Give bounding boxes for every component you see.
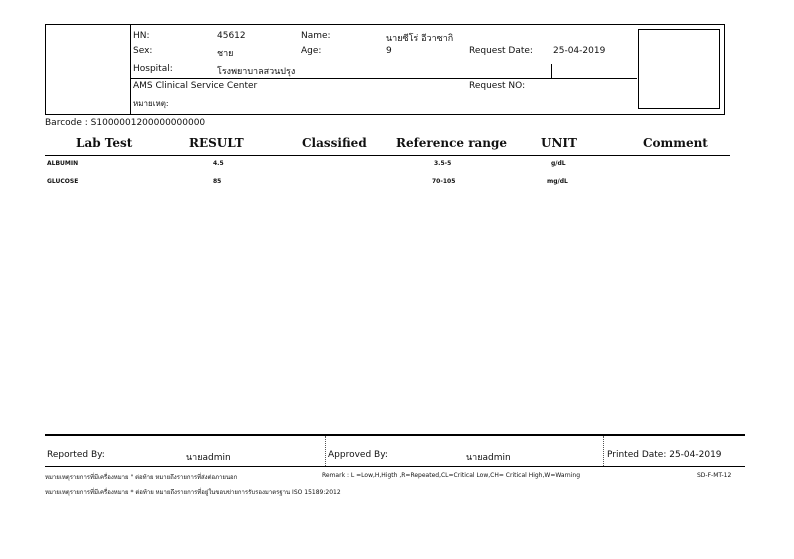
row-result: 85	[213, 178, 222, 185]
note-label: หมายเหตุ:	[133, 99, 169, 108]
row-test: ALBUMIN	[47, 160, 79, 167]
col-comment: Comment	[643, 136, 708, 150]
row-test: GLUCOSE	[47, 178, 79, 185]
sex-value: ชาย	[217, 49, 234, 59]
col-classified: Classified	[302, 136, 367, 150]
footer-divider-1	[325, 436, 326, 466]
barcode-text: Barcode : S1000001200000000000	[45, 118, 206, 128]
table-header-rule	[45, 155, 730, 156]
photo-box	[638, 29, 720, 109]
row-range: 3.5-5	[434, 160, 452, 167]
hospital-label: Hospital:	[133, 64, 173, 74]
request-date-label: Request Date:	[469, 46, 533, 56]
row-unit: mg/dL	[547, 178, 568, 185]
printed-date: Printed Date: 25-04-2019	[607, 450, 722, 460]
document-code: SD-F-MT-12	[697, 472, 732, 479]
name-value: นายซีโร่ อีวาซากิ	[386, 34, 454, 44]
footer-bottom-rule	[45, 466, 745, 467]
hn-value: 45612	[217, 31, 246, 41]
reported-by-value: นายadmin	[186, 453, 231, 463]
approved-by-value: นายadmin	[466, 453, 511, 463]
row-range: 70-105	[432, 178, 456, 185]
request-date-value: 25-04-2019	[553, 46, 606, 56]
age-value: 9	[386, 46, 392, 56]
hospital-value: โรงพยาบาลสวนปรุง	[217, 67, 296, 77]
reported-by-label: Reported By:	[47, 450, 105, 460]
header-divider-mid	[551, 64, 552, 78]
footer-divider-2	[603, 436, 604, 466]
center-name: AMS Clinical Service Center	[133, 81, 258, 91]
header-divider-left	[130, 25, 131, 115]
footer-note-external: หมายเหตุรายการที่มีเครื่องหมาย " ต่อท้าย…	[45, 474, 238, 481]
row-unit: g/dL	[551, 160, 566, 167]
approved-by-label: Approved By:	[328, 450, 388, 460]
name-label: Name:	[301, 31, 331, 41]
footer-rule	[45, 434, 745, 436]
hn-label: HN:	[133, 31, 150, 41]
col-result: RESULT	[189, 136, 244, 150]
footer-remark: Remark : L =Low,H,Higth ,R=Repeated,CL=C…	[322, 472, 581, 479]
age-label: Age:	[301, 46, 322, 56]
footer-note-iso: หมายเหตุรายการที่มีเครื่องหมาย * ต่อท้าย…	[45, 489, 341, 496]
sex-label: Sex:	[133, 46, 153, 56]
request-no-label: Request NO:	[469, 81, 526, 91]
col-lab-test: Lab Test	[76, 136, 133, 150]
header-underline-row3	[131, 78, 637, 79]
col-unit: UNIT	[541, 136, 577, 150]
col-reference-range: Reference range	[396, 136, 508, 150]
row-result: 4.5	[213, 160, 224, 167]
